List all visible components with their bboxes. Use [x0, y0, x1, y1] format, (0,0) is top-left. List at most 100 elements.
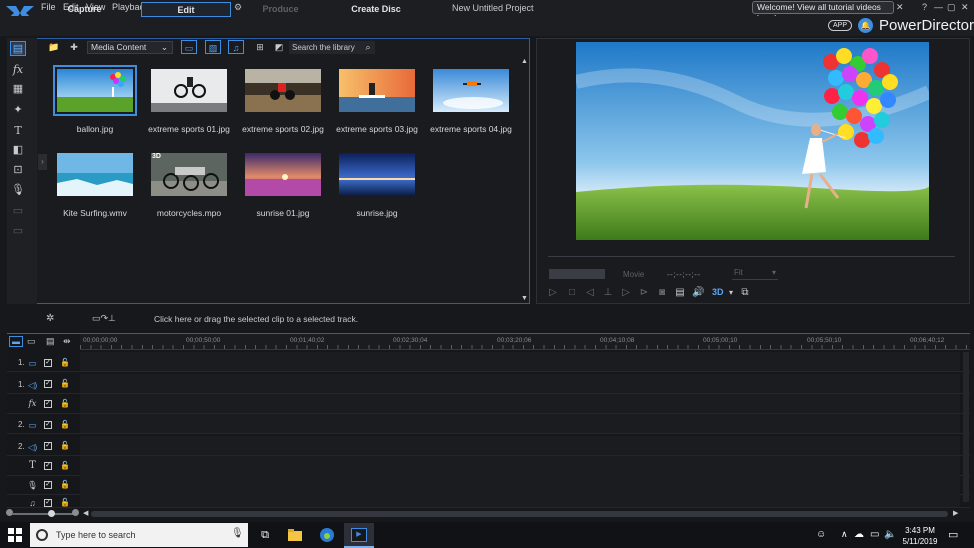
snapshot-camera-icon[interactable]: ◙ — [656, 287, 668, 299]
track-enable-checkbox[interactable]: ✓ — [44, 481, 52, 489]
track-enable-checkbox[interactable]: ✓ — [44, 380, 52, 388]
tab-capture[interactable]: Capture — [47, 2, 122, 17]
import-media-icon[interactable]: 📁 — [46, 40, 62, 54]
track-area[interactable] — [80, 414, 960, 433]
insert-overwrite-icon[interactable]: ▭↷⊥ — [92, 313, 116, 324]
zoom-fit-dropdown[interactable]: Fit ▾ — [732, 268, 778, 280]
split-icon[interactable]: ⊥ — [602, 287, 614, 299]
title-room-icon[interactable]: T — [10, 123, 26, 138]
previous-frame-icon[interactable]: ◁ — [584, 287, 596, 299]
timeline-zoom-slider[interactable] — [12, 513, 74, 515]
track-enable-checkbox[interactable]: ✓ — [44, 442, 52, 450]
track-enable-checkbox[interactable]: ✓ — [44, 421, 52, 429]
lock-icon[interactable]: 🔓 — [60, 498, 70, 507]
clip-movie-toggle[interactable] — [549, 269, 605, 279]
zoom-slider-handle[interactable] — [48, 510, 55, 517]
chapter-room-icon[interactable]: ▭ — [10, 204, 26, 219]
sort-icon[interactable]: ◩ — [271, 40, 287, 54]
thumb-motorcycles[interactable]: 3D — [151, 153, 227, 196]
lock-icon[interactable]: 🔓 — [60, 358, 70, 367]
timeline-vscrollbar[interactable] — [963, 352, 969, 502]
subtitle-icon[interactable]: ▤ — [674, 287, 686, 299]
volume-icon[interactable]: 🔊 — [692, 287, 704, 299]
people-icon[interactable]: ☺ — [816, 529, 826, 540]
close-tooltip-icon[interactable]: ✕ — [896, 2, 904, 13]
taskbar-clock[interactable]: 3:43 PM 5/11/2019 — [898, 525, 942, 547]
help-button[interactable]: ? — [922, 2, 927, 12]
thumb-extreme-sports-03[interactable] — [339, 69, 415, 112]
taskbar-search-input[interactable]: Type here to search — [30, 523, 248, 547]
lock-icon[interactable]: 🔓 — [60, 461, 70, 470]
network-icon[interactable]: ▭ — [870, 529, 879, 540]
scroll-up-icon[interactable]: ▲ — [521, 58, 528, 65]
track-enable-checkbox[interactable]: ✓ — [44, 400, 52, 408]
timeline-hscrollbar[interactable] — [91, 511, 948, 517]
track-enable-checkbox[interactable]: ✓ — [44, 499, 52, 507]
task-view-icon[interactable]: ⧉ — [256, 526, 274, 544]
storyboard-view-icon[interactable]: ▭ — [27, 336, 36, 347]
audio-mixing-room-icon[interactable]: ⊡ — [10, 163, 26, 178]
plugins-icon[interactable]: ✚ — [66, 40, 82, 54]
track-enable-checkbox[interactable]: ✓ — [44, 462, 52, 470]
tab-create-disc[interactable]: Create Disc — [336, 2, 416, 17]
zoom-in-icon[interactable] — [72, 509, 79, 516]
timecode-display[interactable]: --;--;--;-- — [667, 270, 700, 279]
onedrive-cloud-icon[interactable]: ☁ — [854, 529, 864, 540]
track-area[interactable] — [80, 394, 960, 413]
track-area[interactable] — [80, 352, 960, 371]
expand-panel-arrow-icon[interactable]: › — [38, 154, 47, 170]
speaker-muted-icon[interactable]: 🔈 — [884, 529, 896, 540]
windows-start-icon[interactable] — [8, 528, 22, 542]
fx-room-icon[interactable]: fx — [10, 62, 26, 77]
3d-mode-button[interactable]: 3D — [712, 287, 724, 297]
stop-icon[interactable]: □ — [566, 287, 578, 299]
tab-edit[interactable]: Edit — [141, 2, 231, 17]
audio-filter-icon[interactable]: ♫ — [228, 40, 244, 54]
grid-view-icon[interactable]: ⊞ — [252, 40, 268, 54]
lock-icon[interactable]: 🔓 — [60, 480, 70, 489]
thumb-kite-surfing[interactable] — [57, 153, 133, 196]
track-area[interactable] — [80, 456, 960, 475]
lock-icon[interactable]: 🔓 — [60, 441, 70, 450]
maximize-icon[interactable]: ▢ — [947, 2, 956, 13]
tab-produce[interactable]: Produce — [243, 2, 318, 17]
video-filter-icon[interactable]: ▭ — [181, 40, 197, 54]
transition-room-icon[interactable]: ◧ — [10, 143, 26, 158]
minimize-icon[interactable]: — — [934, 2, 943, 12]
thumb-sunrise-01[interactable] — [245, 153, 321, 196]
play-icon[interactable]: ▷ — [547, 287, 559, 299]
track-area[interactable] — [80, 494, 960, 507]
thumb-ballon[interactable] — [53, 65, 137, 116]
timeline-view-icon[interactable]: ▬ — [9, 336, 23, 347]
scroll-down-icon[interactable]: ▼ — [521, 295, 528, 302]
tutorial-welcome-button[interactable]: Welcome! View all tutorial videos here! — [752, 1, 894, 23]
track-area[interactable] — [80, 374, 960, 393]
fit-timeline-icon[interactable]: ⇹ — [63, 336, 71, 347]
app-button[interactable]: APP — [828, 20, 852, 31]
scroll-right-icon[interactable]: ▶ — [953, 509, 958, 517]
show-hidden-icons-icon[interactable]: ∧ — [841, 529, 848, 540]
thumb-extreme-sports-02[interactable] — [245, 69, 321, 112]
notification-bell-icon[interactable]: 🔔 — [858, 18, 873, 33]
track-enable-checkbox[interactable]: ✓ — [44, 359, 52, 367]
particle-room-icon[interactable]: ✦ — [10, 103, 26, 118]
microphone-icon[interactable]: 🎙 — [231, 528, 244, 539]
file-explorer-icon[interactable] — [286, 526, 304, 544]
voice-over-room-icon[interactable]: 🎙 — [10, 183, 26, 198]
3d-dropdown-icon[interactable]: ▾ — [725, 287, 737, 299]
thumb-extreme-sports-04[interactable] — [433, 69, 509, 112]
fast-forward-icon[interactable]: ⊳ — [638, 287, 650, 299]
preview-scrub-bar[interactable] — [548, 256, 955, 257]
image-filter-icon[interactable]: ▨ — [205, 40, 221, 54]
lock-icon[interactable]: 🔓 — [60, 420, 70, 429]
library-scrollbar[interactable]: ▲ ▼ — [520, 58, 528, 302]
edge-browser-icon[interactable] — [318, 526, 336, 544]
media-room-icon[interactable]: ▤ — [10, 41, 26, 56]
lock-icon[interactable]: 🔓 — [60, 379, 70, 388]
media-filter-dropdown[interactable]: Media Content ⌄ — [87, 41, 173, 54]
track-area[interactable] — [80, 475, 960, 494]
thumb-sunrise[interactable] — [339, 153, 415, 196]
action-center-icon[interactable]: ▭ — [948, 528, 958, 541]
next-frame-icon[interactable]: ▷ — [620, 287, 632, 299]
powerdirector-taskbar-button[interactable]: ▶ — [344, 523, 374, 548]
